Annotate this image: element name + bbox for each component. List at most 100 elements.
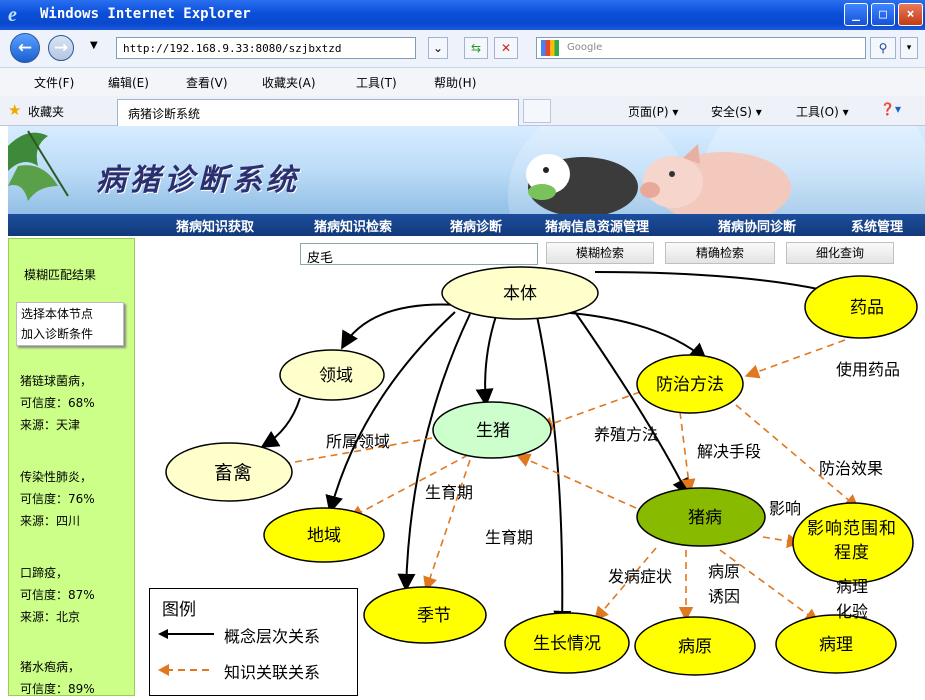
result-confidence: 可信度：89% <box>20 682 95 696</box>
result-name: 传染性肺炎， <box>20 470 93 484</box>
browser-tab[interactable]: 病猪诊断系统 <box>117 99 519 126</box>
label-cause-2: 诱因 <box>708 587 740 606</box>
ie-logo-icon: e <box>8 4 17 26</box>
label-influence: 影响 <box>769 499 801 518</box>
node-region-label: 地域 <box>307 526 341 546</box>
address-toolbar: ← → ▼ http://192.168.9.33:8080/szjbxtzd … <box>0 30 925 68</box>
label-growth-period-1: 生育期 <box>425 483 473 502</box>
nav-system-manage[interactable]: 系统管理 <box>851 216 903 235</box>
node-season-label: 季节 <box>417 606 451 626</box>
node-pathology-label: 病理 <box>819 635 853 655</box>
result-name: 口蹄疫， <box>20 566 69 580</box>
menu-tools[interactable]: 工具(T) <box>356 74 397 91</box>
search-go-icon[interactable]: ⚲ <box>870 37 896 59</box>
fuzzy-result-heading: 模糊匹配结果 <box>24 268 97 282</box>
fuzzy-search-button[interactable]: 模糊检索 <box>546 242 654 264</box>
legend-solid-arrow-icon <box>158 629 214 639</box>
address-dropdown-icon[interactable]: ⌄ <box>428 37 448 59</box>
menu-help[interactable]: 帮助(H) <box>434 74 476 91</box>
minimize-button[interactable]: _ <box>844 3 868 26</box>
result-name: 猪水疱病， <box>20 660 81 674</box>
maximize-button[interactable]: □ <box>871 3 895 26</box>
menu-bar: 文件(F) 编辑(E) 查看(V) 收藏夹(A) 工具(T) 帮助(H) <box>0 68 925 96</box>
result-source: 来源：天津 <box>20 418 81 432</box>
star-icon[interactable]: ★ <box>8 101 21 119</box>
diagram-legend: 图例 概念层次关系 知识关联关系 <box>149 588 358 696</box>
result-confidence: 可信度：68% <box>20 396 95 410</box>
node-influence-label-box: 影响范围和程度 <box>807 519 897 563</box>
address-input[interactable]: http://192.168.9.33:8080/szjbxtzd <box>116 37 416 59</box>
favorites-bar: ★ 收藏夹 病猪诊断系统 页面(P) ▾ 安全(S) ▾ 工具(O) ▾ ❓▾ <box>0 96 925 126</box>
label-symptom: 发病症状 <box>608 567 672 586</box>
favorites-button[interactable]: 收藏夹 <box>28 103 64 120</box>
label-belongs-domain: 所属领域 <box>326 432 390 451</box>
node-influence-label: 影响范围和程度 <box>807 519 897 563</box>
page-menu[interactable]: 页面(P) ▾ <box>628 103 678 120</box>
nav-knowledge-acquire[interactable]: 猪病知识获取 <box>176 216 254 235</box>
safety-menu[interactable]: 安全(S) ▾ <box>711 103 762 120</box>
back-arrow-icon[interactable]: ← <box>10 33 40 63</box>
result-item[interactable]: 口蹄疫， 可信度：87% 来源：北京 <box>20 562 95 628</box>
exact-search-button[interactable]: 精确检索 <box>665 242 775 264</box>
leaves-icon <box>8 130 69 201</box>
node-domain-label: 领域 <box>319 366 353 386</box>
result-confidence: 可信度：76% <box>20 492 95 506</box>
google-logo-icon <box>541 40 559 56</box>
nav-collab-diagnosis[interactable]: 猪病协同诊断 <box>718 216 796 235</box>
node-disease-label: 猪病 <box>688 508 722 528</box>
window-title-bar: e Windows Internet Explorer _ □ × <box>0 0 925 30</box>
forward-arrow-icon[interactable]: → <box>48 35 74 61</box>
legend-dashed-arrow-icon <box>158 664 214 676</box>
hint-line-1: 选择本体节点 <box>21 307 94 321</box>
node-drug-label: 药品 <box>850 298 884 318</box>
result-confidence: 可信度：87% <box>20 588 95 602</box>
refine-query-button[interactable]: 细化查询 <box>786 242 894 264</box>
result-source: 来源：北京 <box>20 610 81 624</box>
system-title: 病猪诊断系统 <box>96 163 300 198</box>
help-icon[interactable]: ❓▾ <box>880 102 901 116</box>
label-solve: 解决手段 <box>697 442 761 461</box>
menu-favorites[interactable]: 收藏夹(A) <box>262 74 316 91</box>
label-effect: 防治效果 <box>819 459 883 478</box>
nav-resource-manage[interactable]: 猪病信息资源管理 <box>545 216 649 235</box>
keyword-input[interactable]: 皮毛 <box>300 243 538 266</box>
result-source: 来源：四川 <box>20 514 81 528</box>
history-dropdown-icon[interactable]: ▼ <box>90 40 98 51</box>
result-item[interactable]: 传染性肺炎， 可信度：76% 来源：四川 <box>20 466 95 532</box>
label-growth-period-2: 生育期 <box>485 528 533 547</box>
close-button[interactable]: × <box>898 3 923 26</box>
hint-line-2: 加入诊断条件 <box>21 327 94 341</box>
result-item[interactable]: 猪水疱病， 可信度：89% <box>20 656 95 700</box>
tab-title: 病猪诊断系统 <box>128 107 201 121</box>
result-name: 猪链球菌病， <box>20 374 93 388</box>
menu-edit[interactable]: 编辑(E) <box>108 74 149 91</box>
label-breeding: 养殖方法 <box>594 425 658 444</box>
result-item[interactable]: 猪链球菌病， 可信度：68% 来源：天津 <box>20 370 95 436</box>
search-input[interactable]: Google <box>536 37 866 59</box>
menu-file[interactable]: 文件(F) <box>34 74 74 91</box>
node-livestock-label: 畜禽 <box>214 462 252 484</box>
label-test-1: 病理 <box>836 577 868 596</box>
stop-icon[interactable]: ✕ <box>494 37 518 59</box>
nav-diagnosis[interactable]: 猪病诊断 <box>450 216 502 235</box>
node-growth-label: 生长情况 <box>533 634 601 654</box>
node-root-label: 本体 <box>503 284 537 304</box>
label-test-2: 化验 <box>836 602 868 621</box>
node-prevention-label: 防治方法 <box>656 375 724 395</box>
nav-knowledge-search[interactable]: 猪病知识检索 <box>314 216 392 235</box>
search-options-icon[interactable]: ▾ <box>900 37 918 59</box>
edge-labels: 使用药品 所属领域 养殖方法 解决手段 防治效果 生育期 生育期 影响 发病症状… <box>326 360 900 621</box>
menu-view[interactable]: 查看(V) <box>186 74 228 91</box>
legend-concept-label: 概念层次关系 <box>224 627 321 646</box>
label-use-drug: 使用药品 <box>836 360 900 379</box>
legend-title: 图例 <box>162 600 196 620</box>
legend-knowledge-label: 知识关联关系 <box>224 663 321 682</box>
new-tab-button[interactable] <box>523 99 551 123</box>
node-pig-label: 生猪 <box>476 421 510 441</box>
label-cause-1: 病原 <box>708 562 740 581</box>
add-diagnosis-condition-button[interactable]: 选择本体节点 加入诊断条件 <box>16 302 124 346</box>
node-pathogen-label: 病原 <box>678 637 712 657</box>
window-title: Windows Internet Explorer <box>40 6 251 22</box>
tools-menu[interactable]: 工具(O) ▾ <box>796 103 849 120</box>
refresh-icon[interactable]: ⇆ <box>464 37 488 59</box>
